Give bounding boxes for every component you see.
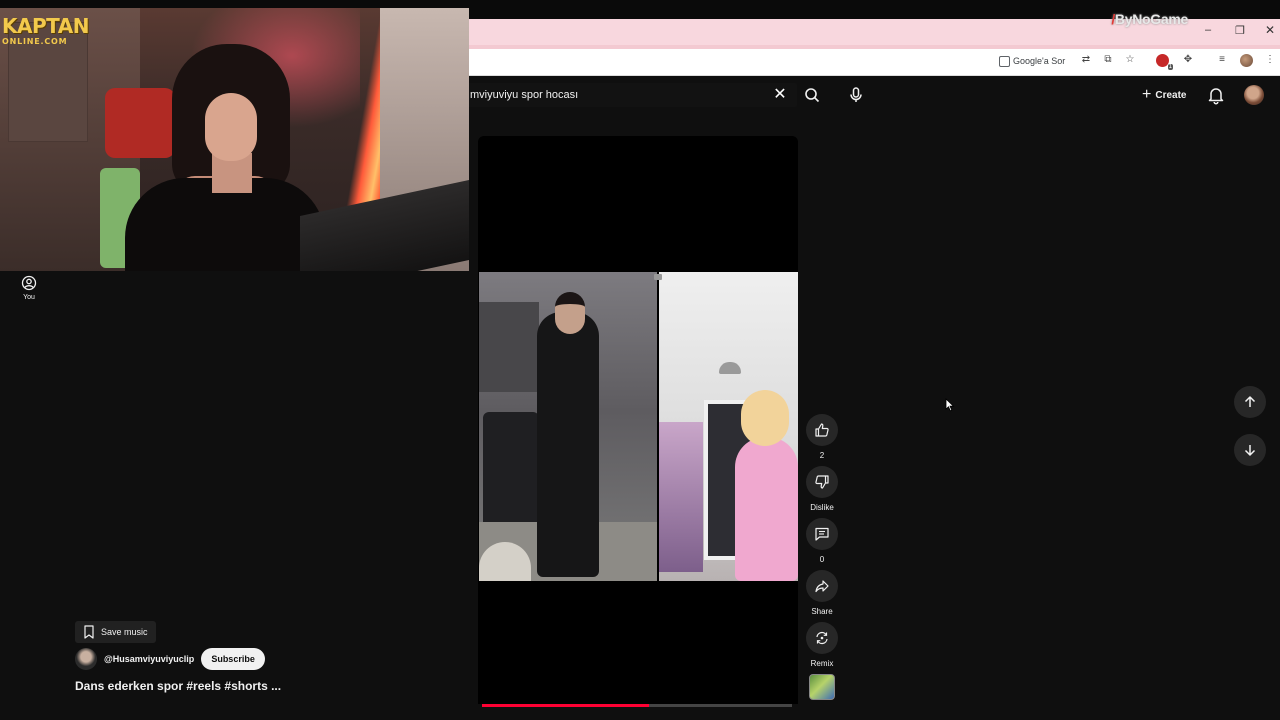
- dislike-label: Dislike: [810, 503, 834, 512]
- streamer-webcam: KAPTAN ONLINE.COM: [0, 8, 469, 271]
- extensions-puzzle-icon[interactable]: ✥: [1182, 53, 1194, 65]
- close-window-icon[interactable]: ✕: [1265, 23, 1275, 37]
- like-button[interactable]: 2: [806, 414, 838, 460]
- remix-icon: [816, 631, 828, 645]
- video-progress-fill: [482, 704, 650, 707]
- person-circle-icon: [21, 275, 37, 291]
- dislike-icon: [815, 475, 829, 489]
- bynogame-logo: /ByNoGame: [1111, 11, 1188, 27]
- minimize-icon[interactable]: –: [1205, 24, 1211, 36]
- kaptan-logo-line1: KAPTAN: [2, 14, 89, 38]
- bookmark-star-icon[interactable]: ☆: [1124, 53, 1136, 65]
- volume-icon[interactable]: [654, 274, 662, 280]
- comment-icon: [815, 527, 829, 541]
- shorts-video-player[interactable]: [478, 136, 798, 704]
- google-ask-button[interactable]: Google'a Sor: [999, 53, 1065, 69]
- media-controls-icon[interactable]: ≡: [1216, 53, 1228, 65]
- dislike-button[interactable]: Dislike: [806, 466, 838, 512]
- notifications-button[interactable]: [1206, 85, 1226, 105]
- share-label: Share: [811, 607, 833, 616]
- channel-row: @Husamviyuviyuclip Subscribe: [75, 648, 265, 670]
- comments-button[interactable]: 0: [806, 518, 838, 564]
- extension-badge-count: 1: [1167, 64, 1173, 70]
- search-icon: [805, 88, 820, 103]
- search-query: mviyuviyu spor hocası: [470, 89, 579, 101]
- install-app-icon[interactable]: ⧉: [1102, 53, 1114, 65]
- search-button[interactable]: [799, 83, 825, 107]
- account-avatar[interactable]: [1244, 85, 1264, 105]
- share-icon: [815, 580, 829, 593]
- channel-handle[interactable]: @Husamviyuviyuclip: [104, 654, 194, 664]
- browser-menu-icon[interactable]: ⋮: [1264, 53, 1276, 65]
- bookmark-icon: [84, 625, 94, 639]
- bynogame-logo-text: ByNoGame: [1114, 11, 1188, 27]
- sidebar-item-label: You: [23, 294, 35, 301]
- kaptan-online-logo: KAPTAN ONLINE.COM: [2, 14, 89, 46]
- create-label: Create: [1155, 89, 1187, 101]
- toolbar-accent: [469, 45, 1280, 49]
- next-short-button[interactable]: [1234, 434, 1266, 466]
- like-icon: [815, 423, 829, 437]
- sound-thumbnail[interactable]: [809, 674, 835, 700]
- arrow-down-icon: [1244, 445, 1256, 456]
- video-right-panel: [659, 272, 798, 581]
- extension-icon[interactable]: 1: [1156, 54, 1173, 70]
- bell-icon: [1208, 88, 1224, 105]
- video-left-panel: [479, 272, 657, 581]
- mic-icon: [850, 87, 862, 102]
- channel-avatar[interactable]: [75, 648, 97, 670]
- google-ask-label: Google'a Sor: [1013, 56, 1066, 66]
- sidebar-item-you[interactable]: You: [14, 275, 44, 301]
- voice-search-button[interactable]: [843, 82, 869, 108]
- share-button[interactable]: Share: [806, 570, 838, 616]
- close-icon[interactable]: ✕: [771, 85, 789, 105]
- browser-profile-avatar[interactable]: [1240, 54, 1253, 67]
- save-music-button[interactable]: Save music: [75, 621, 156, 643]
- remix-label: Remix: [810, 659, 834, 668]
- translate-icon[interactable]: ⇄: [1080, 53, 1092, 65]
- restore-icon[interactable]: ❐: [1235, 24, 1245, 37]
- search-input[interactable]: mviyuviyu spor hocası: [469, 83, 797, 107]
- kaptan-logo-line2: ONLINE.COM: [2, 37, 68, 46]
- arrow-up-icon: [1244, 396, 1256, 407]
- video-title[interactable]: Dans ederken spor #reels #shorts ...: [75, 679, 281, 693]
- create-button[interactable]: + Create: [1136, 83, 1192, 107]
- like-count: 2: [819, 451, 825, 460]
- comment-count: 0: [819, 555, 825, 564]
- subscribe-button[interactable]: Subscribe: [201, 648, 265, 670]
- screen: /ByNoGame – ❐ ✕ Google'a Sor ⇄ ⧉ ☆ 1 ✥ ≡…: [0, 0, 1280, 720]
- save-music-label: Save music: [101, 627, 148, 637]
- google-lens-icon: [999, 55, 1010, 67]
- video-progress-bar[interactable]: [482, 704, 792, 707]
- remix-button[interactable]: Remix: [806, 622, 838, 668]
- mouse-cursor-icon: [945, 398, 955, 412]
- previous-short-button[interactable]: [1234, 386, 1266, 418]
- plus-icon: +: [1142, 86, 1152, 103]
